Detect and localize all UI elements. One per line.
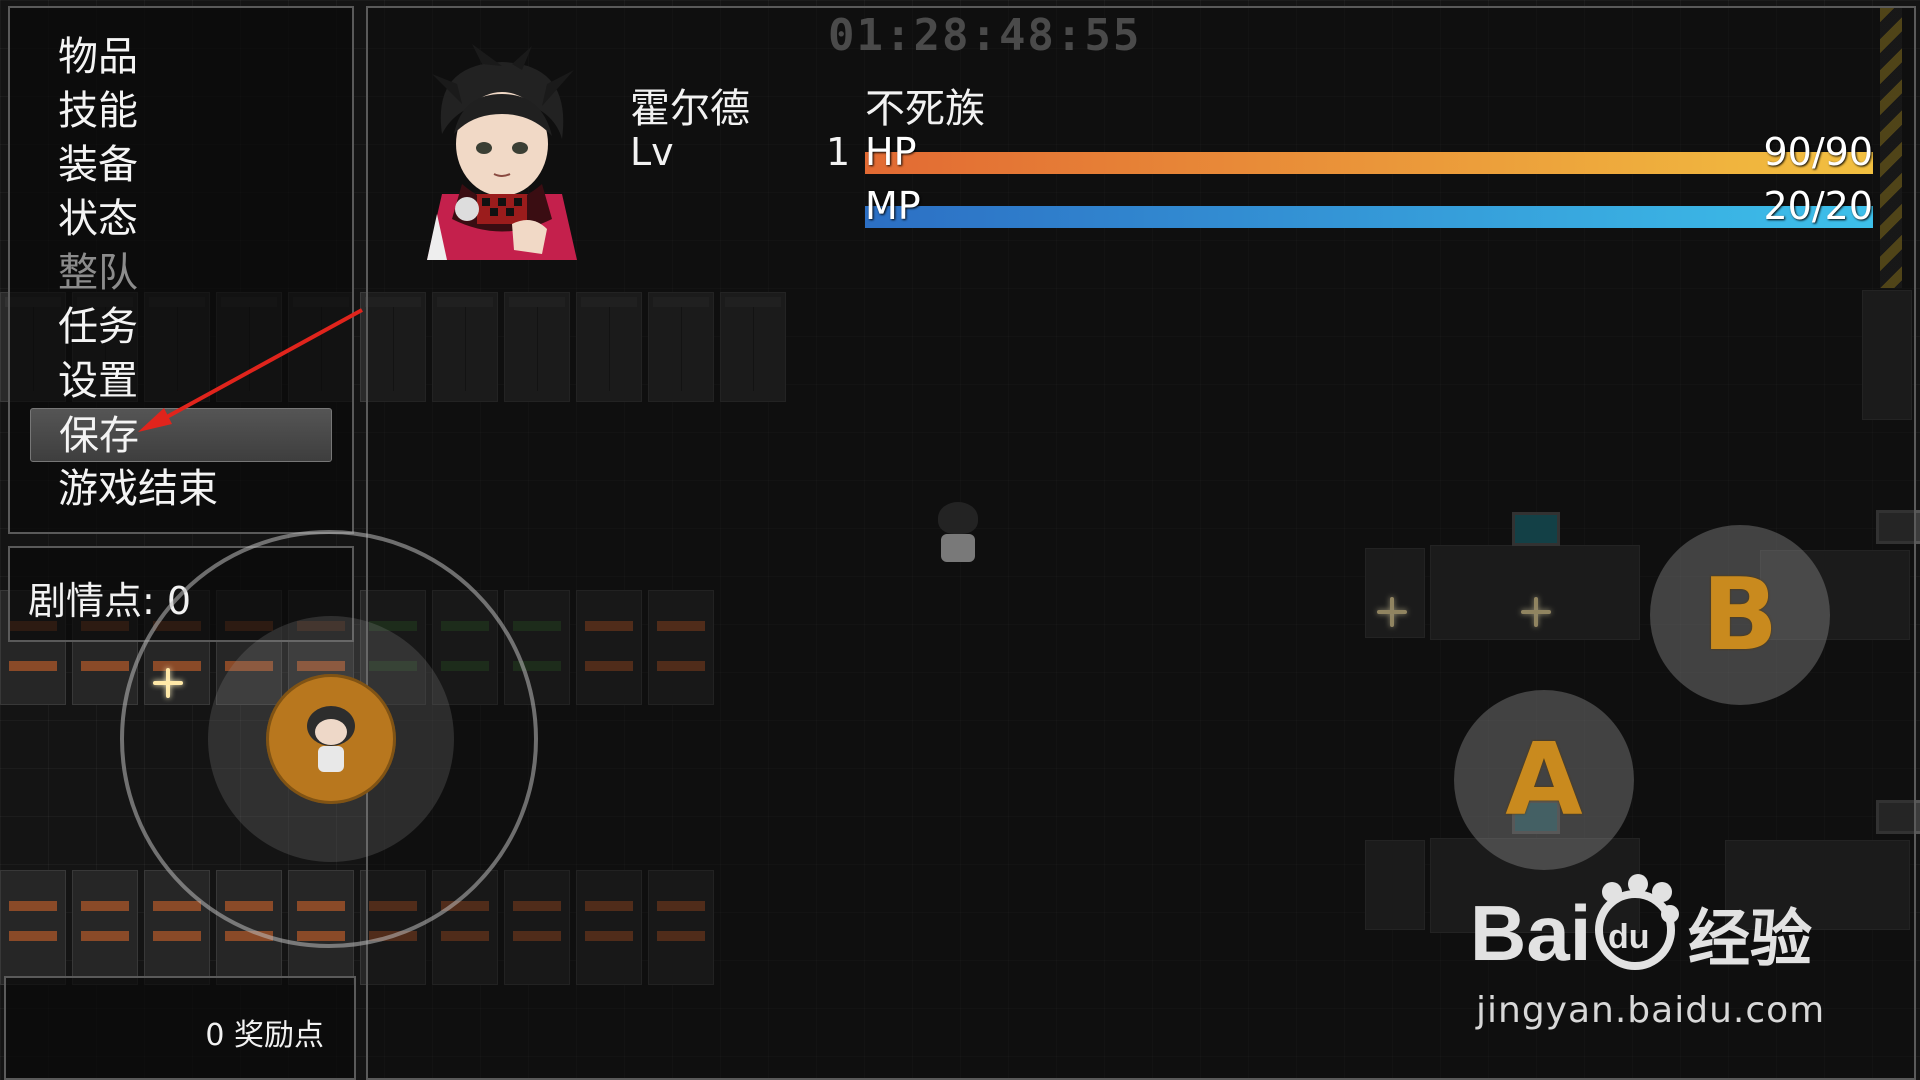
level-value: 1 <box>826 130 851 174</box>
svg-text:经验: 经验 <box>1688 902 1812 975</box>
mp-label: MP <box>865 184 921 228</box>
menu-item-skills[interactable]: 技能 <box>30 84 332 138</box>
annotation-arrow-icon <box>138 308 363 432</box>
menu-item-formation[interactable]: 整队 <box>30 246 332 300</box>
a-button[interactable]: A <box>1454 690 1634 870</box>
menu-item-items[interactable]: 物品 <box>30 30 332 84</box>
virtual-joystick-knob[interactable] <box>266 674 396 804</box>
mp-value: 20/20 <box>1763 184 1873 228</box>
mp-bar-fill <box>865 206 1873 228</box>
actor-class: 不死族 <box>865 86 985 132</box>
menu-item-equip[interactable]: 装备 <box>30 138 332 192</box>
menu-item-status[interactable]: 状态 <box>30 192 332 246</box>
mp-gauge: MP 20/20 <box>865 184 1873 234</box>
hp-bar <box>865 152 1873 174</box>
svg-text:du: du <box>1608 918 1650 956</box>
hp-label: HP <box>865 130 917 174</box>
hp-value: 90/90 <box>1763 130 1873 174</box>
reward-points-window: 0 奖励点 <box>4 976 356 1080</box>
chibi-character-icon <box>307 706 355 772</box>
play-time: 01:28:48:55 <box>828 10 1142 61</box>
reward-points-label: 0 奖励点 <box>205 1018 324 1053</box>
hp-gauge: HP 90/90 <box>865 130 1873 180</box>
actor-name: 霍尔德 <box>630 86 750 132</box>
hazard-stripes <box>1880 8 1902 288</box>
watermark-url: jingyan.baidu.com <box>1476 990 1826 1031</box>
command-menu-window: 物品 技能 装备 状态 整队 任务 设置 保存 游戏结束 <box>8 6 354 534</box>
svg-text:Bai: Bai <box>1470 889 1591 977</box>
level-label: Lv <box>630 130 674 174</box>
b-button[interactable]: B <box>1650 525 1830 705</box>
actor-portrait <box>427 44 577 260</box>
menu-item-game-end[interactable]: 游戏结束 <box>30 462 332 516</box>
mp-bar <box>865 206 1873 228</box>
hp-bar-fill <box>865 152 1873 174</box>
